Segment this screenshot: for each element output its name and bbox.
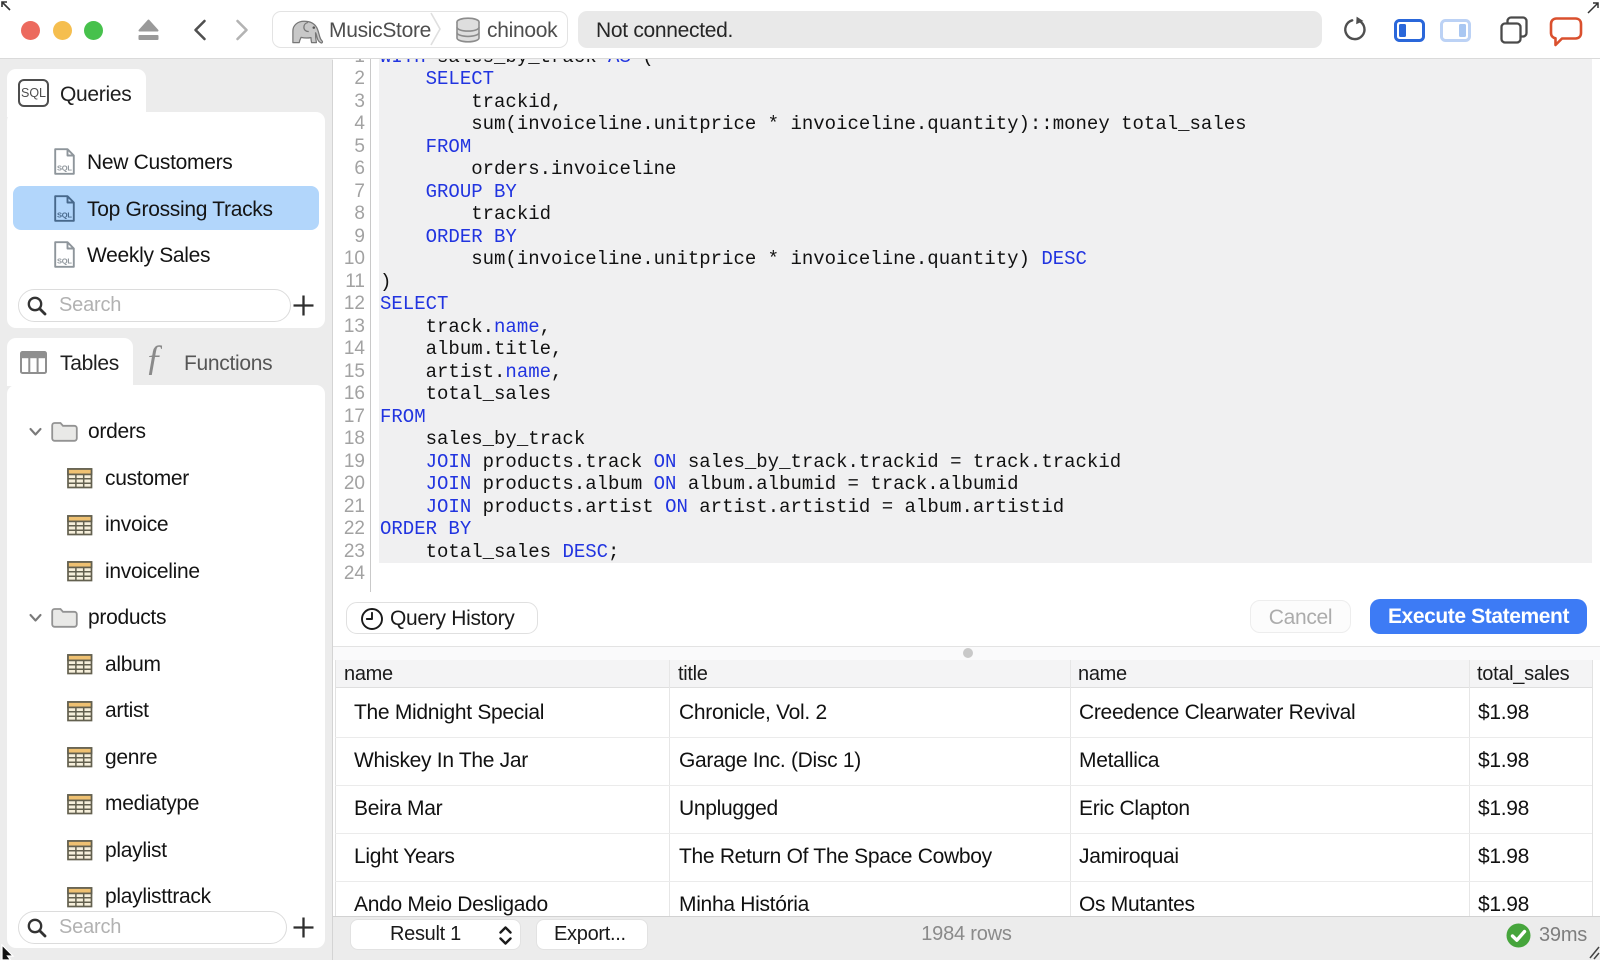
svg-text:SQL: SQL — [57, 164, 72, 173]
svg-text:SQL: SQL — [57, 257, 72, 266]
svg-text:SQL: SQL — [57, 211, 72, 220]
